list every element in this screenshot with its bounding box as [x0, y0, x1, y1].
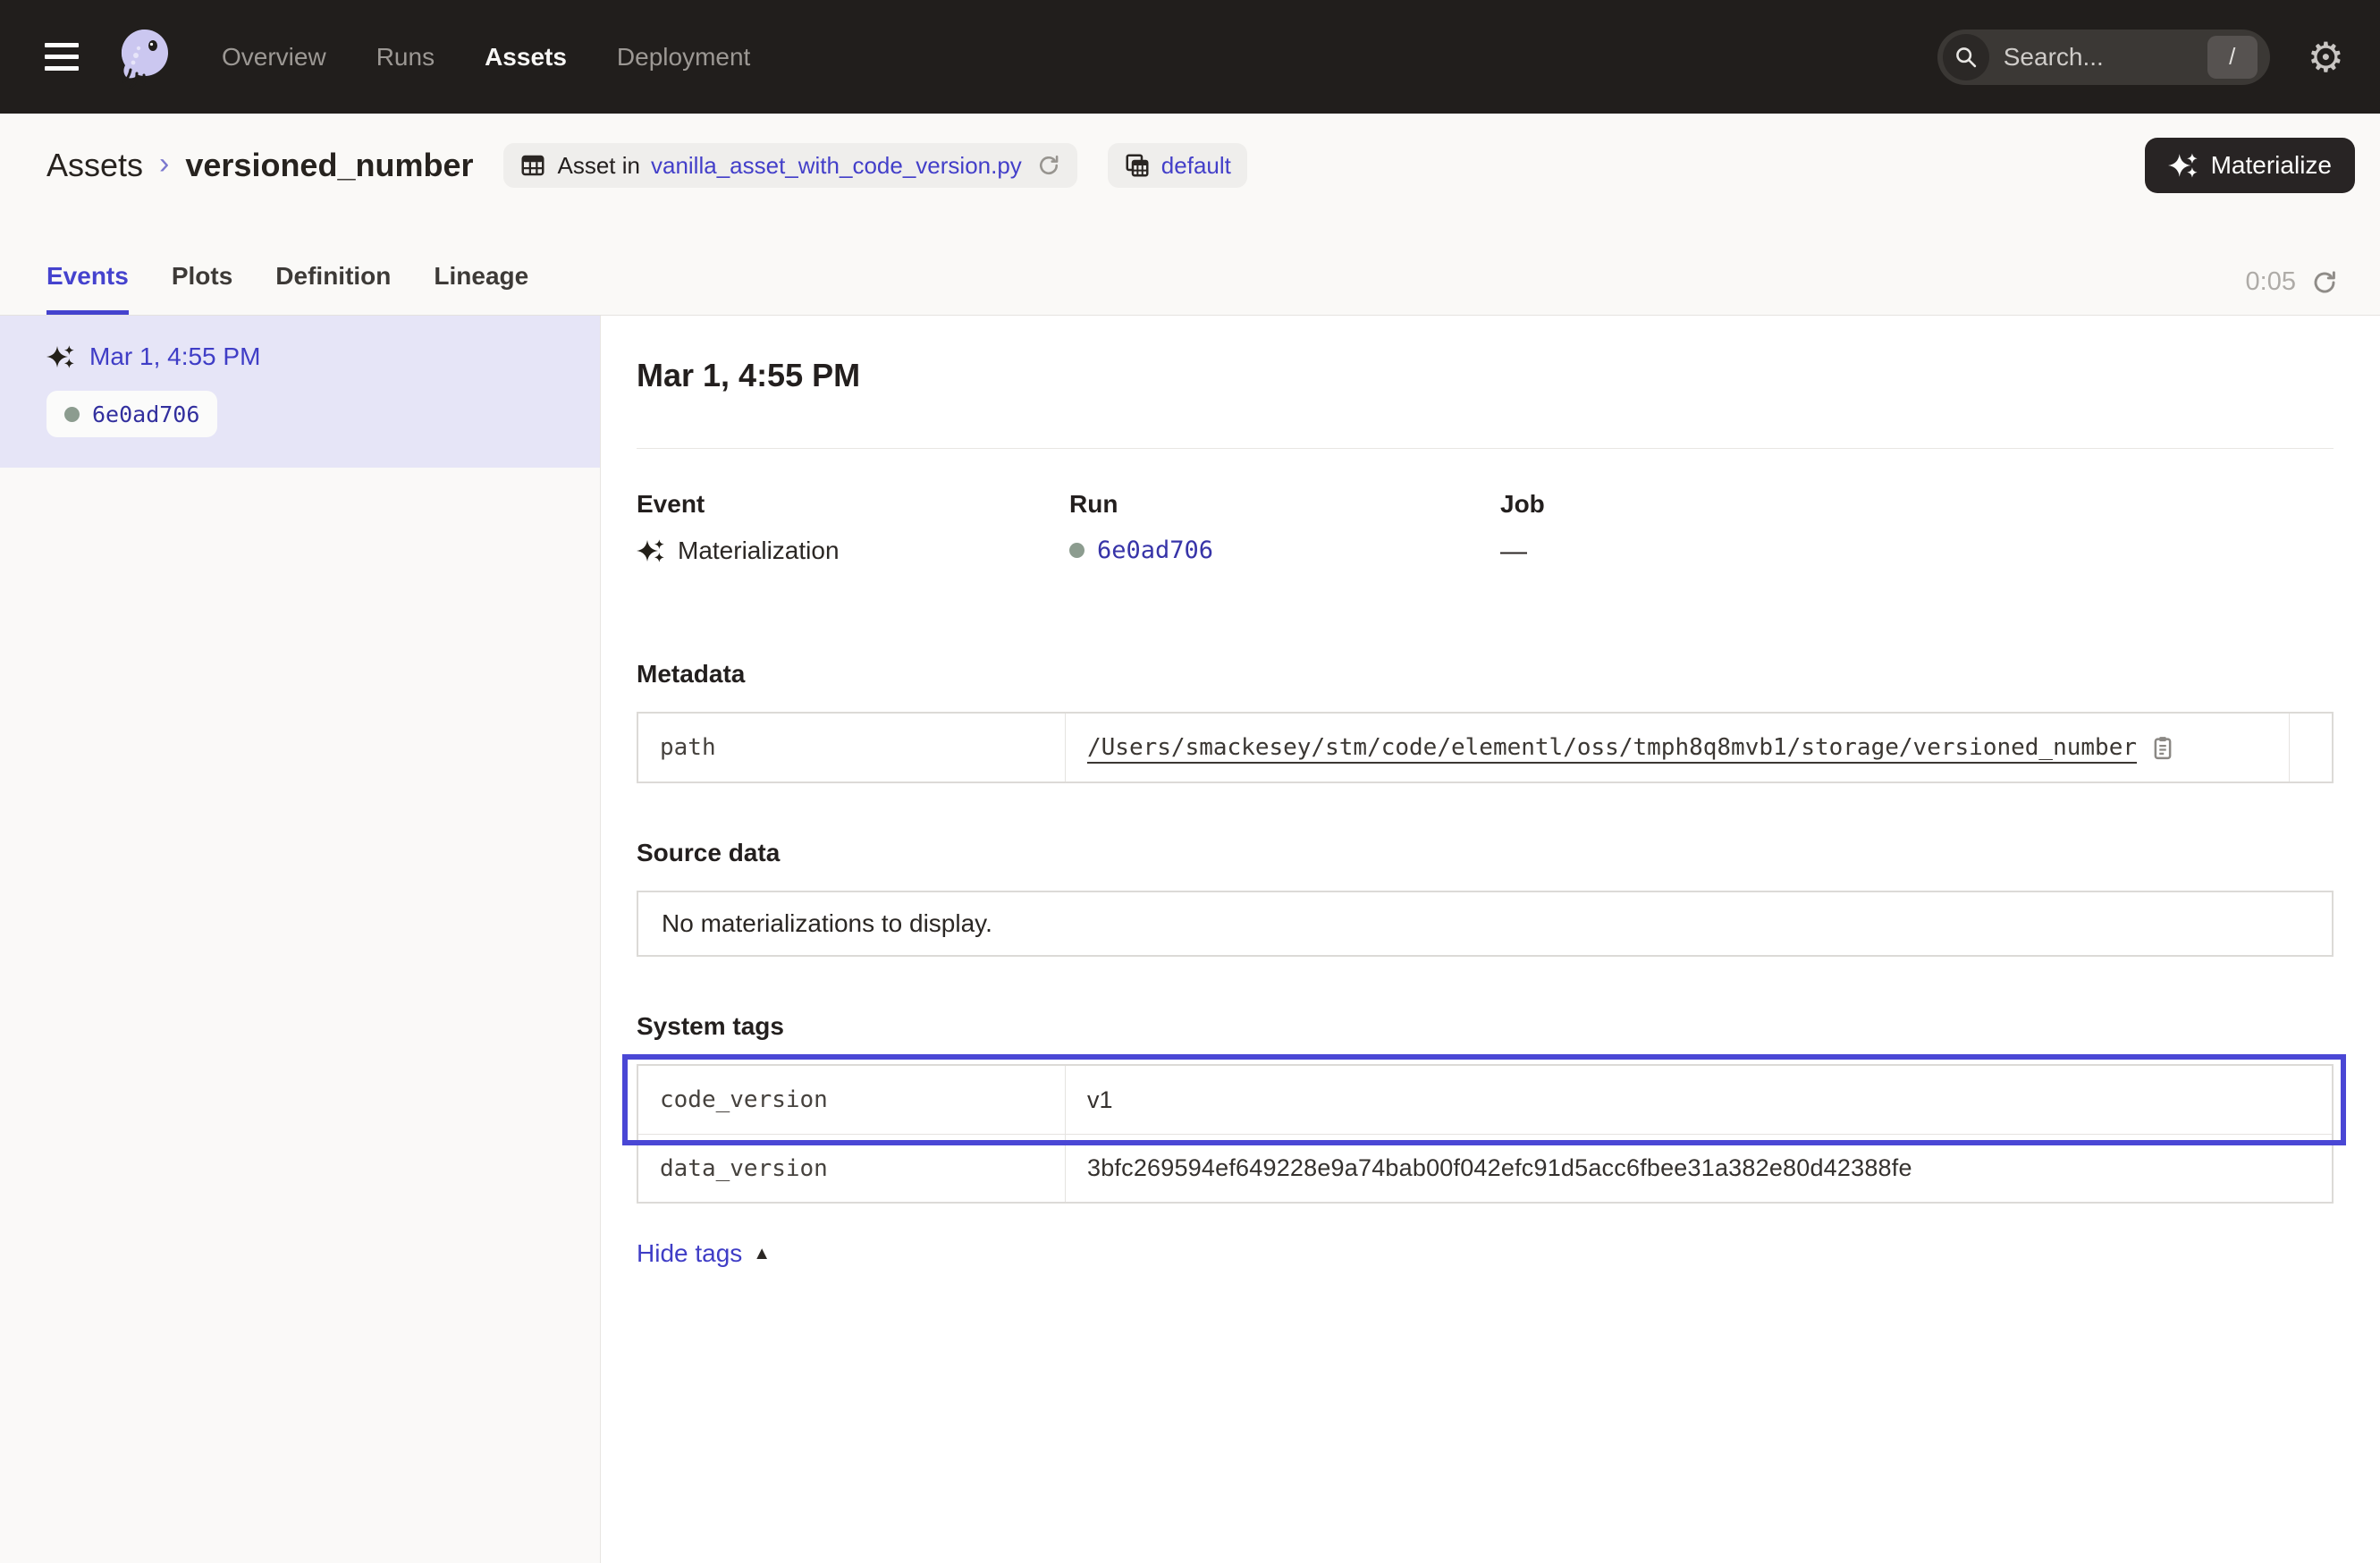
system-tags-table: code_version v1 data_version 3bfc269594e… — [637, 1064, 2334, 1204]
event-list-item-selected[interactable]: Mar 1, 4:55 PM 6e0ad706 — [0, 316, 600, 468]
event-column-label: Event — [637, 490, 1069, 519]
table-actions-cell — [2289, 714, 2332, 782]
metadata-key: path — [638, 714, 1066, 782]
run-id-link[interactable]: 6e0ad706 — [1097, 536, 1213, 564]
breadcrumb-assets-link[interactable]: Assets — [46, 147, 143, 184]
search-shortcut-key: / — [2207, 36, 2258, 79]
materialization-sparkle-icon — [46, 342, 75, 371]
hide-tags-link[interactable]: Hide tags ▲ — [637, 1239, 771, 1268]
tab-events[interactable]: Events — [46, 262, 129, 315]
hamburger-menu-icon[interactable] — [45, 43, 79, 71]
table-row: path /Users/smackesey/stm/code/elementl/… — [638, 714, 2332, 782]
materialize-button-label: Materialize — [2211, 151, 2332, 180]
refresh-icon[interactable] — [2310, 268, 2339, 297]
nav-item-runs[interactable]: Runs — [376, 43, 435, 72]
events-sidebar: Mar 1, 4:55 PM 6e0ad706 — [0, 316, 601, 1563]
source-data-empty-state: No materializations to display. — [637, 891, 2334, 957]
metadata-heading: Metadata — [637, 660, 2334, 689]
system-tags-heading: System tags — [637, 1012, 2334, 1041]
topnav-right: / ⚙ — [1937, 30, 2344, 85]
breadcrumb-current-asset: versioned_number — [185, 147, 473, 184]
asset-definition-file-link[interactable]: vanilla_asset_with_code_version.py — [651, 152, 1022, 180]
copy-to-clipboard-icon[interactable] — [2149, 734, 2176, 761]
divider — [637, 448, 2334, 449]
sparkle-icon — [2168, 150, 2199, 181]
run-column-label: Run — [1069, 490, 1500, 519]
table-row-code-version: code_version v1 — [638, 1066, 2332, 1134]
dagster-logo-icon[interactable] — [109, 23, 177, 91]
hide-tags-label: Hide tags — [637, 1239, 742, 1268]
job-column-label: Job — [1500, 490, 2334, 519]
empty-message: No materializations to display. — [662, 909, 992, 938]
run-status-dot — [1069, 543, 1085, 558]
chevron-right-icon: › — [159, 147, 169, 182]
tab-plots[interactable]: Plots — [172, 262, 232, 315]
asset-tabs: Events Plots Definition Lineage — [46, 262, 528, 315]
event-summary: Event Materialization Run 6e0ad706 Job — — [637, 490, 2334, 567]
search-icon — [1943, 34, 1989, 80]
settings-gear-icon[interactable]: ⚙ — [2308, 37, 2344, 78]
asset-definition-chip[interactable]: Asset in vanilla_asset_with_code_version… — [503, 143, 1076, 188]
asset-chip-prefix: Asset in — [557, 152, 640, 180]
run-id-chip[interactable]: 6e0ad706 — [46, 391, 217, 437]
tag-value: 3bfc269594ef649228e9a74bab00f042efc91d5a… — [1087, 1154, 1912, 1182]
caret-up-icon: ▲ — [753, 1244, 771, 1264]
breadcrumb: Assets › versioned_number — [46, 147, 473, 184]
top-navbar: Overview Runs Assets Deployment / ⚙ — [0, 0, 2380, 114]
nav-item-overview[interactable]: Overview — [222, 43, 326, 72]
tab-definition[interactable]: Definition — [275, 262, 391, 315]
search-input[interactable] — [2004, 43, 2207, 72]
event-type-value: Materialization — [678, 536, 840, 565]
event-title: Mar 1, 4:55 PM — [637, 357, 2334, 394]
code-location-chip[interactable]: default — [1108, 143, 1247, 188]
materialize-button[interactable]: Materialize — [2145, 138, 2355, 193]
run-id-label: 6e0ad706 — [92, 401, 199, 427]
asset-page-header: Assets › versioned_number Asset in vanil… — [0, 114, 2380, 316]
table-row-data-version: data_version 3bfc269594ef649228e9a74bab0… — [638, 1134, 2332, 1202]
metadata-path-link[interactable]: /Users/smackesey/stm/code/elementl/oss/t… — [1087, 734, 2137, 761]
nav-item-assets[interactable]: Assets — [485, 43, 567, 72]
refresh-countdown: 0:05 — [2246, 267, 2296, 297]
job-value: — — [1500, 536, 1527, 567]
primary-nav: Overview Runs Assets Deployment — [222, 43, 750, 72]
tag-key: data_version — [638, 1135, 1066, 1202]
global-search[interactable]: / — [1937, 30, 2270, 85]
tag-value: v1 — [1087, 1086, 1113, 1114]
nav-item-deployment[interactable]: Deployment — [617, 43, 750, 72]
source-data-heading: Source data — [637, 839, 2334, 867]
run-status-dot — [64, 407, 80, 422]
metadata-table: path /Users/smackesey/stm/code/elementl/… — [637, 712, 2334, 783]
event-timestamp[interactable]: Mar 1, 4:55 PM — [89, 342, 260, 371]
tab-lineage[interactable]: Lineage — [434, 262, 528, 315]
asset-table-icon — [519, 152, 546, 179]
materialization-sparkle-icon — [637, 536, 665, 565]
code-location-icon — [1124, 152, 1151, 179]
reload-definition-icon[interactable] — [1036, 153, 1061, 178]
tag-key: code_version — [638, 1066, 1066, 1134]
code-location-label: default — [1161, 152, 1231, 180]
event-detail-panel: Mar 1, 4:55 PM Event Materialization Run… — [601, 316, 2380, 1563]
